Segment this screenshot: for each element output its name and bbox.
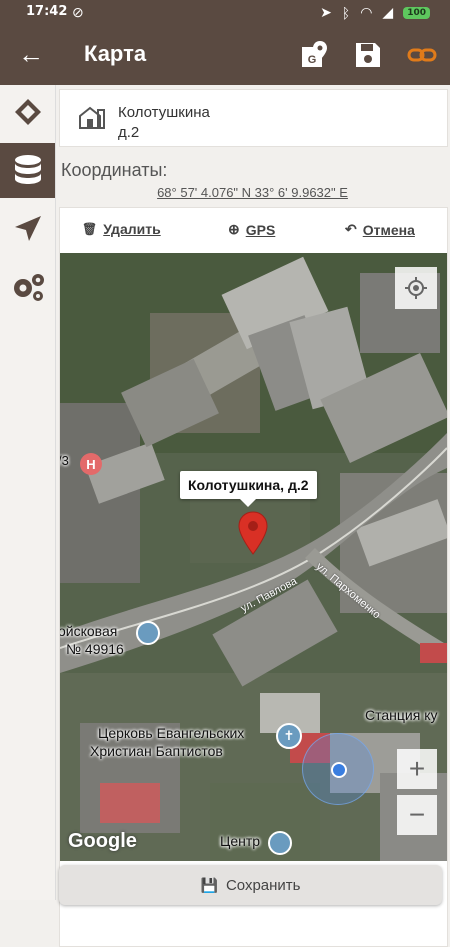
- poi-church-line1: Церковь Евангельских: [98, 725, 245, 741]
- geo-pin-icon[interactable]: G: [298, 39, 330, 71]
- database-icon: [14, 154, 41, 184]
- navigation-arrow-icon: [14, 215, 41, 241]
- museum-marker[interactable]: [268, 831, 292, 855]
- poi-left-bottom: № 49916: [66, 641, 124, 657]
- coordinates-label: Координаты:: [61, 160, 168, 180]
- poi-edge-label: /3: [60, 453, 69, 468]
- main-content: Колотушкина д.2 Координаты: 68° 57' 4.07…: [55, 85, 450, 947]
- save-button-label: Сохранить: [225, 876, 301, 894]
- sidebar-item-database[interactable]: [0, 143, 55, 198]
- coordinates-value[interactable]: 68° 57' 4.076" N 33° 6' 9.9632" E: [55, 185, 450, 200]
- map-imagery: [60, 253, 447, 861]
- map-toolbar: 🗑 Удалить ⊕ GPS ↶ Отмена: [60, 208, 447, 253]
- bluetooth-icon: ᛒ: [341, 4, 351, 21]
- poi-church-line2: Христиан Баптистов: [90, 743, 223, 759]
- signal-icon: ◢: [382, 4, 394, 20]
- layers-icon: [14, 98, 41, 125]
- map-card: 🗑 Удалить ⊕ GPS ↶ Отмена ул. Павлова ул.…: [59, 207, 448, 947]
- undo-icon: ↶: [345, 221, 357, 237]
- crosshair-icon: ⊕: [228, 221, 240, 237]
- page-title: Карта: [84, 41, 147, 66]
- target-icon: [405, 277, 427, 299]
- save-button[interactable]: 💾 Сохранить: [59, 865, 442, 905]
- gps-button[interactable]: ⊕ GPS: [228, 221, 275, 238]
- gears-icon: [13, 273, 44, 301]
- location-pin-icon[interactable]: [238, 511, 268, 555]
- church-marker[interactable]: ✝: [276, 723, 302, 749]
- link-icon[interactable]: [406, 39, 438, 71]
- current-location-indicator: [302, 733, 374, 805]
- google-attribution: Google: [68, 830, 137, 852]
- location-arrow-icon: ➤: [320, 4, 332, 20]
- status-time: 17:42: [26, 4, 68, 19]
- address-card[interactable]: Колотушкина д.2: [59, 89, 448, 147]
- battery-icon: 100: [403, 6, 430, 19]
- poi-center: Центр: [220, 833, 261, 849]
- poi-station: Станция ку: [365, 707, 438, 723]
- sidebar-item-layers[interactable]: [0, 85, 55, 140]
- address-street: Колотушкина: [118, 104, 210, 121]
- trash-icon: 🗑: [82, 222, 98, 236]
- sidebar: [0, 85, 56, 900]
- zoom-in-button[interactable]: +: [397, 749, 437, 789]
- location-dot: [331, 762, 347, 778]
- address-number: д.2: [118, 124, 140, 141]
- wifi-icon: ◠: [360, 4, 373, 20]
- back-arrow-icon[interactable]: ←: [18, 39, 44, 70]
- cross-icon: ✝: [283, 728, 295, 743]
- poi-pin-marker[interactable]: [136, 621, 160, 645]
- save-icon: 💾: [200, 876, 218, 893]
- status-bar: 17:42 ⊘ ➤ ᛒ ◠ ◢ 100: [0, 0, 450, 25]
- app-bar: ← Карта G: [0, 25, 450, 85]
- sidebar-item-navigation[interactable]: [0, 201, 55, 256]
- marker-callout: Колотушкина, д.2: [180, 471, 317, 507]
- hospital-marker[interactable]: Н: [80, 453, 102, 475]
- house-icon: [79, 106, 105, 129]
- poi-left-top: ойсковая: [60, 623, 118, 639]
- zoom-out-button[interactable]: −: [397, 795, 437, 835]
- satellite-map[interactable]: ул. Павлова ул. Пархоменко ойсковая № 49…: [60, 253, 447, 861]
- cancel-button[interactable]: ↶ Отмена: [345, 221, 415, 238]
- sidebar-item-settings[interactable]: [0, 259, 55, 314]
- mute-icon: ⊘: [72, 4, 84, 20]
- svg-text:G: G: [308, 54, 317, 66]
- hospital-icon: Н: [86, 456, 96, 472]
- my-location-button[interactable]: [395, 267, 437, 309]
- delete-button[interactable]: 🗑 Удалить: [82, 221, 161, 237]
- save-disk-icon[interactable]: [352, 39, 384, 71]
